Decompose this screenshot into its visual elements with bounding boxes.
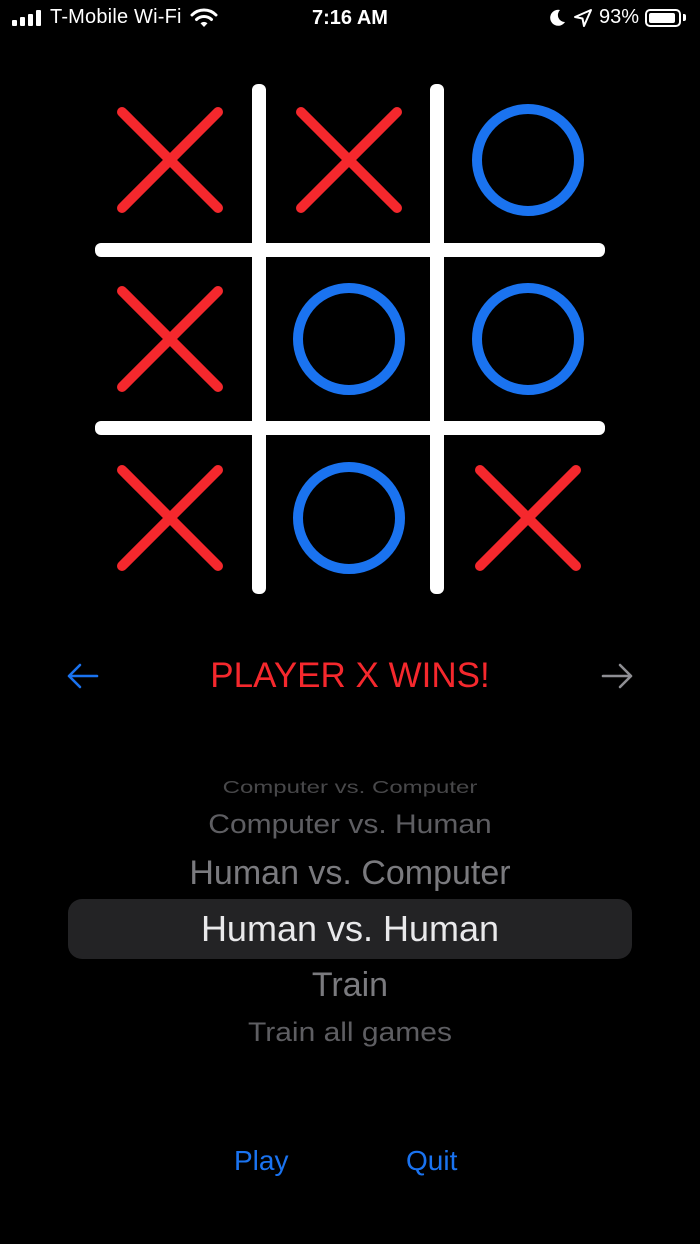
o-mark-icon xyxy=(472,104,584,216)
x-mark-icon xyxy=(117,465,223,571)
result-message: PLAYER X WINS! xyxy=(210,656,490,695)
grid-line-vertical-2 xyxy=(430,84,444,594)
x-mark-icon xyxy=(296,107,402,213)
board-cell[interactable] xyxy=(110,100,230,220)
picker-option[interactable]: Human vs. Computer xyxy=(0,854,700,893)
grid-line-vertical-1 xyxy=(252,84,266,594)
play-button[interactable]: Play xyxy=(234,1145,288,1177)
grid-line-horizontal-1 xyxy=(95,243,605,257)
quit-button[interactable]: Quit xyxy=(406,1145,457,1177)
picker-option[interactable]: Computer vs. Human xyxy=(0,810,700,841)
picker-option[interactable]: Train all games xyxy=(0,1018,700,1049)
result-row: PLAYER X WINS! xyxy=(0,648,700,702)
arrow-right-icon xyxy=(601,663,633,689)
board-cell[interactable] xyxy=(468,279,588,399)
board-cell[interactable] xyxy=(289,458,409,578)
board-cell[interactable] xyxy=(468,458,588,578)
game-board xyxy=(0,0,700,640)
picker-option[interactable]: Computer vs. Computer xyxy=(0,778,700,798)
board-cell[interactable] xyxy=(289,279,409,399)
grid-line-horizontal-2 xyxy=(95,421,605,435)
board-cell[interactable] xyxy=(289,100,409,220)
board-cell[interactable] xyxy=(110,279,230,399)
board-cell[interactable] xyxy=(110,458,230,578)
picker-option-selected[interactable]: Human vs. Human xyxy=(0,908,700,950)
board-cell[interactable] xyxy=(468,100,588,220)
o-mark-icon xyxy=(472,283,584,395)
picker-option[interactable]: Train xyxy=(0,966,700,1005)
game-mode-picker[interactable]: Computer vs. Computer Computer vs. Human… xyxy=(0,770,700,1060)
x-mark-icon xyxy=(117,286,223,392)
x-mark-icon xyxy=(117,107,223,213)
o-mark-icon xyxy=(293,283,405,395)
next-move-button[interactable] xyxy=(598,656,638,696)
o-mark-icon xyxy=(293,462,405,574)
x-mark-icon xyxy=(475,465,581,571)
